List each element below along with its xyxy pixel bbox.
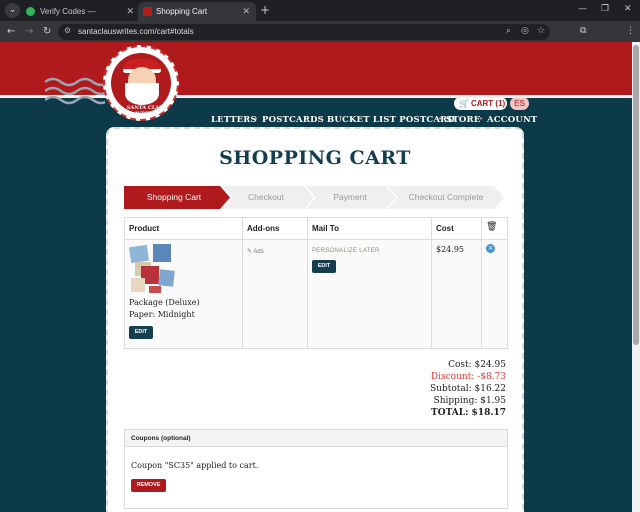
checkout-steps: Shopping Cart Checkout Payment Checkout … xyxy=(124,186,504,209)
personalize-later-link[interactable]: PERSONALIZE LATER xyxy=(312,248,380,254)
reload-icon[interactable]: ↻ xyxy=(43,24,51,39)
step-checkout-complete: Checkout Complete xyxy=(408,192,484,202)
nav-store[interactable]: STORE xyxy=(446,115,480,125)
header-mail-to: Mail To xyxy=(312,224,339,233)
menu-kebab-icon[interactable]: ⋮ xyxy=(626,26,635,36)
nav-bucket-list[interactable]: BUCKET LIST POSTCARD xyxy=(327,115,455,125)
restore-icon[interactable]: ❐ xyxy=(601,4,609,14)
trash-icon: 🗑 xyxy=(486,222,498,232)
header-addons: Add-ons xyxy=(247,224,280,233)
language-toggle[interactable]: ES xyxy=(510,97,529,110)
totals-grand: TOTAL: $18.17 xyxy=(431,408,506,418)
logo-badge: SANTA CLAUS WRITES xyxy=(111,53,171,117)
pencil-icon: ✎ xyxy=(247,249,253,255)
coupons-heading: Coupons (optional) xyxy=(125,430,507,447)
extensions-puzzle-icon[interactable]: ⧉ xyxy=(580,26,586,36)
minimize-icon[interactable]: — xyxy=(578,4,587,14)
browser-toolbar: ← → ↻ ⚙ santaclauswrites.com/cart#totals… xyxy=(0,21,640,58)
tab-simplycodes[interactable]: Verify Codes — SimplyCodes ✕ xyxy=(22,2,140,35)
bookmark-star-icon[interactable]: ☆ xyxy=(537,26,545,36)
totals-cost: Cost: $24.95 xyxy=(448,360,506,370)
nav-letters[interactable]: LETTERS xyxy=(211,115,257,125)
eye-off-icon[interactable]: ◎ xyxy=(521,26,529,36)
totals-shipping: Shipping: $1.95 xyxy=(433,396,506,406)
nav-separator: • xyxy=(438,115,443,123)
cart-icon: 🛒 xyxy=(459,99,469,108)
remove-coupon-button[interactable]: REMOVE xyxy=(131,479,166,492)
zoom-icon[interactable]: ⌕ xyxy=(506,26,511,36)
nav-separator: • xyxy=(254,115,259,123)
postmark-waves-icon xyxy=(45,77,105,105)
product-name: Package (Deluxe) xyxy=(129,298,200,307)
browser-tabbar: ⌄ Verify Codes — SimplyCodes ✕ Shopping … xyxy=(0,0,640,35)
cart-button[interactable]: 🛒 CART (1) xyxy=(454,97,507,110)
cart-card: SHOPPING CART Shopping Cart Checkout Pay… xyxy=(106,127,524,512)
tab-search-icon[interactable]: ⌄ xyxy=(5,3,20,18)
cart-label: CART (1) xyxy=(470,99,506,108)
nav-separator: • xyxy=(479,115,484,123)
step-shopping-cart: Shopping Cart xyxy=(146,192,202,202)
coupon-message: Coupon "SC35" applied to cart. xyxy=(131,461,259,470)
nav-account[interactable]: ACCOUNT xyxy=(487,115,537,125)
close-window-icon[interactable]: ✕ xyxy=(624,4,632,14)
site-logo[interactable]: SANTA CLAUS WRITES xyxy=(103,45,179,121)
address-bar[interactable]: ⚙ santaclauswrites.com/cart#totals ⌕ ◎ ☆ xyxy=(58,24,550,40)
tab-shopping-cart[interactable]: Shopping Cart ✕ xyxy=(138,2,256,21)
edit-product-button[interactable]: EDIT xyxy=(129,326,153,339)
tab-favicon-icon xyxy=(26,7,35,16)
logo-text: SANTA CLAUS WRITES xyxy=(126,105,168,117)
table-header-divider xyxy=(125,239,507,240)
header-product: Product xyxy=(129,224,160,233)
item-cost: $24.95 xyxy=(436,245,464,254)
totals-discount: Discount: -$8.73 xyxy=(430,372,506,382)
step-payment: Payment xyxy=(333,192,367,202)
site-info-icon[interactable]: ⚙ xyxy=(64,26,71,35)
table-row xyxy=(125,240,507,348)
tab-favicon-icon xyxy=(143,7,152,16)
remove-item-icon[interactable]: × xyxy=(486,244,495,253)
nav-postcards[interactable]: POSTCARDS xyxy=(262,115,324,125)
page-title: SHOPPING CART xyxy=(219,147,411,169)
addons-link[interactable]: ✎ Ads xyxy=(247,248,264,255)
close-tab-icon[interactable]: ✕ xyxy=(242,2,250,21)
back-icon[interactable]: ← xyxy=(7,24,15,39)
addons-label: Ads xyxy=(253,249,264,255)
header-cost: Cost xyxy=(436,224,454,233)
totals-subtotal: Subtotal: $16.22 xyxy=(429,384,506,394)
new-tab-icon[interactable]: + xyxy=(260,3,270,18)
santa-beard-icon xyxy=(125,83,159,105)
product-image xyxy=(129,244,175,293)
product-paper: Paper: Midnight xyxy=(129,310,195,319)
edit-mail-to-button[interactable]: EDIT xyxy=(312,260,336,273)
column-divider xyxy=(481,218,482,348)
coupons-panel: Coupons (optional) Coupon "SC35" applied… xyxy=(124,429,508,509)
scrollbar-thumb[interactable] xyxy=(633,45,639,345)
cart-table: Product Add-ons Mail To Cost 🗑 Package (… xyxy=(124,217,508,349)
forward-icon[interactable]: → xyxy=(25,24,33,39)
url-text: santaclauswrites.com/cart#totals xyxy=(78,27,194,36)
order-totals: Cost: $24.95 Discount: -$8.73 Subtotal: … xyxy=(430,359,506,419)
tab-title: Shopping Cart xyxy=(156,7,208,16)
close-tab-icon[interactable]: ✕ xyxy=(126,2,134,21)
nav-separator: • xyxy=(319,115,324,123)
step-checkout: Checkout xyxy=(248,192,284,202)
